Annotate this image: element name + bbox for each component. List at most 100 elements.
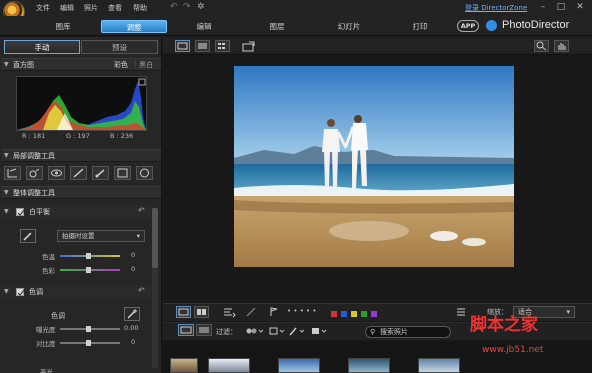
single-view-icon[interactable]: [195, 40, 210, 52]
brush-icon[interactable]: [245, 306, 257, 318]
temperature-slider-knob[interactable]: [86, 253, 91, 259]
auto-tone-wand-icon[interactable]: [124, 307, 140, 321]
tab-manual[interactable]: 手动: [4, 40, 80, 54]
chevron-down-icon: ▾: [136, 232, 140, 240]
collapse-caret-icon: ▼: [4, 152, 9, 159]
app-badge[interactable]: APP: [457, 20, 479, 32]
histogram-header[interactable]: ▼ 直方图: [1, 58, 161, 71]
reset-icon[interactable]: ↶: [138, 206, 145, 215]
filmstrip-icon[interactable]: [178, 324, 194, 336]
tint-slider-knob[interactable]: [86, 267, 91, 273]
before-after-icon[interactable]: [175, 40, 190, 52]
grid-view-icon[interactable]: [215, 40, 230, 52]
rating-stars[interactable]: • • • • •: [287, 307, 317, 315]
exposure-label: 曝光度: [36, 326, 56, 334]
local-tools-title: 局部调整工具: [13, 152, 55, 160]
thumbnail[interactable]: [278, 358, 320, 373]
label-blue[interactable]: [341, 311, 347, 317]
label-yellow[interactable]: [351, 311, 357, 317]
label-red[interactable]: [331, 311, 337, 317]
menu-help[interactable]: 帮助: [133, 3, 147, 13]
temperature-label: 色温: [42, 253, 55, 261]
collapse-caret-icon: ▼: [4, 61, 9, 68]
eye-tool-icon[interactable]: [48, 166, 65, 180]
reset-icon[interactable]: ↶: [138, 286, 145, 295]
tint-label: 色彩: [42, 267, 55, 275]
sort-icon[interactable]: [222, 306, 236, 318]
histogram-color-toggle[interactable]: 彩色: [114, 60, 128, 70]
export-icon[interactable]: [242, 41, 256, 52]
filter-tag-icon[interactable]: [310, 325, 328, 337]
tab-preset[interactable]: 预设: [81, 40, 158, 54]
minimize-button[interactable]: –: [536, 1, 550, 13]
redeye-tool-icon[interactable]: [26, 166, 43, 180]
histogram-graph: [17, 78, 146, 130]
temperature-value: 0: [131, 251, 136, 259]
histogram-title: 直方图: [13, 61, 34, 69]
list-view-icon[interactable]: [194, 306, 209, 318]
label-green[interactable]: [361, 311, 367, 317]
crop-tool-icon[interactable]: [4, 166, 21, 180]
thumbnail[interactable]: [208, 358, 250, 373]
histogram-b-value: B : 236: [110, 132, 134, 140]
white-balance-checkbox[interactable]: [16, 208, 25, 216]
collapse-caret-icon: ▼: [4, 189, 9, 196]
tone-checkbox[interactable]: [16, 288, 25, 296]
spot-removal-tool-icon[interactable]: [92, 166, 109, 180]
collapse-caret-icon: ▼: [4, 288, 9, 295]
mode-slideshow[interactable]: 幻灯片: [323, 20, 375, 33]
panel-scrollbar-thumb[interactable]: [152, 208, 158, 268]
exposure-slider-knob[interactable]: [86, 326, 91, 332]
settings-gear-icon[interactable]: ✲: [197, 2, 205, 12]
filter-brush-icon[interactable]: [288, 325, 306, 337]
filter-frame-icon[interactable]: [268, 325, 286, 337]
tone-title: 色调: [29, 288, 43, 296]
close-button[interactable]: ✕: [573, 1, 587, 13]
histogram-bw-toggle[interactable]: 黑白: [139, 60, 153, 70]
eyedropper-icon[interactable]: [20, 229, 36, 243]
brush-tool-icon[interactable]: [70, 166, 87, 180]
contrast-slider-knob[interactable]: [86, 340, 91, 346]
redo-icon[interactable]: ↷: [183, 2, 191, 12]
local-tools-header[interactable]: ▼ 局部调整工具: [1, 149, 161, 162]
menu-photo[interactable]: 照片: [84, 3, 98, 13]
main-photo[interactable]: [234, 66, 514, 267]
gradient-mask-tool-icon[interactable]: [114, 166, 131, 180]
label-purple[interactable]: [371, 311, 377, 317]
white-balance-preset-select[interactable]: 拍摄时设置 ▾: [57, 230, 145, 242]
photodirector-icon: [486, 20, 497, 31]
menu-file[interactable]: 文件: [36, 3, 50, 13]
metadata-icon[interactable]: [455, 306, 469, 318]
chevron-down-icon: ▾: [566, 308, 570, 316]
radial-filter-tool-icon[interactable]: [136, 166, 153, 180]
undo-icon[interactable]: ↶: [170, 2, 178, 12]
global-tools-title: 整体调整工具: [13, 189, 55, 197]
filter-people-icon[interactable]: [244, 325, 264, 337]
search-input[interactable]: ⚲ 搜索照片: [365, 326, 451, 338]
hand-tool-icon[interactable]: [554, 40, 569, 52]
menu-view[interactable]: 查看: [108, 3, 122, 13]
mode-adjust[interactable]: 调整: [101, 20, 167, 33]
filmstrip-view-icon[interactable]: [176, 306, 191, 318]
flag-icon[interactable]: [268, 306, 280, 318]
thumbnail[interactable]: [418, 358, 460, 373]
mode-edit[interactable]: 编辑: [178, 20, 230, 33]
contrast-value: 0: [131, 338, 136, 346]
thumbnail[interactable]: [348, 358, 390, 373]
maximize-button[interactable]: □: [554, 1, 568, 13]
histogram-chart: [16, 76, 147, 131]
white-balance-title: 白平衡: [29, 208, 50, 216]
menu-edit[interactable]: 编辑: [60, 3, 74, 13]
histogram-r-value: R : 181: [22, 132, 46, 140]
highlights-label: 高光: [40, 368, 53, 373]
zoom-tool-icon[interactable]: [534, 40, 549, 52]
histogram-g-value: G : 197: [66, 132, 90, 140]
mode-layers[interactable]: 图层: [252, 20, 302, 33]
login-directorzone-link[interactable]: 登录 DirectorZone: [465, 3, 527, 13]
mode-print[interactable]: 打印: [395, 20, 445, 33]
list-icon[interactable]: [196, 324, 212, 336]
mode-library[interactable]: 图库: [38, 20, 88, 33]
global-tools-header[interactable]: ▼ 整体调整工具: [1, 186, 161, 199]
thumbnail[interactable]: [170, 358, 198, 373]
app-name: PhotoDirector: [502, 19, 570, 31]
